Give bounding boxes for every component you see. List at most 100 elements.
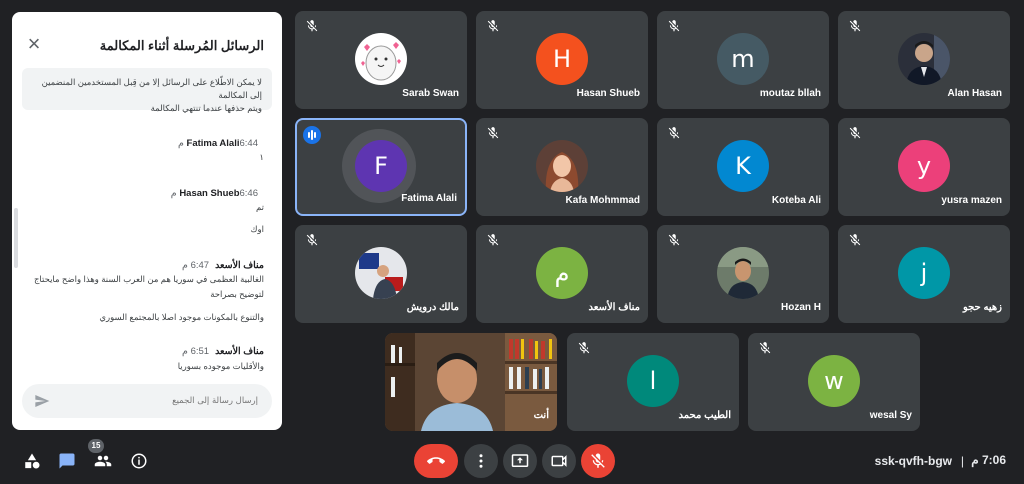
camera-button[interactable]	[542, 444, 576, 478]
more-options-button[interactable]	[464, 444, 498, 478]
chat-title: الرسائل المُرسلة أثناء المكالمة	[99, 38, 264, 53]
microphone-button[interactable]	[581, 444, 615, 478]
participant-name: Koteba Ali	[771, 195, 821, 206]
people-count-badge: 15	[88, 439, 104, 453]
participant-tile[interactable]: Kafa Mohmmad	[476, 118, 648, 216]
mic-off-icon	[578, 342, 590, 354]
person-photo	[355, 247, 407, 299]
message-text: والتنوع بالمكونات موجود اصلا بالمجتمع ال…	[99, 312, 264, 322]
send-icon[interactable]	[34, 393, 50, 409]
chat-scrollbar[interactable]	[14, 208, 18, 268]
chat-notice-line: لا يمكن الاطّلاع على الرسائل إلا من قِبل…	[41, 77, 262, 100]
participant-tile[interactable]: y yusra mazen	[838, 118, 1010, 216]
participant-name: أنت	[533, 410, 549, 421]
mic-off-icon	[306, 20, 318, 32]
chat-panel: الرسائل المُرسلة أثناء المكالمة × لا يمك…	[12, 12, 282, 430]
mic-off-icon	[306, 234, 318, 246]
avatar: F	[355, 140, 407, 192]
message-text: الغالبية العظمى في سوريا هم من العرب الس…	[33, 274, 264, 284]
avatar: w	[808, 355, 860, 407]
mic-off-icon	[668, 20, 680, 32]
info-icon[interactable]	[130, 452, 148, 470]
end-call-button[interactable]	[414, 444, 458, 478]
speaking-indicator-icon	[303, 126, 321, 144]
mic-off-icon	[849, 234, 861, 246]
present-screen-icon	[511, 454, 529, 467]
message-time: 6:47 م	[182, 260, 210, 271]
activities-icon[interactable]	[23, 452, 41, 470]
participant-tile[interactable]: م مناف الأسعد	[476, 225, 648, 323]
mic-off-icon	[759, 342, 771, 354]
chat-notice: لا يمكن الاطّلاع على الرسائل إلا من قِبل…	[22, 68, 272, 113]
participant-name: moutaz bllah	[759, 88, 821, 99]
cartoon-avatar	[355, 33, 407, 85]
close-icon[interactable]: ×	[24, 33, 44, 55]
message-text: والأقليات موجوده بسوريا	[177, 361, 264, 371]
person-photo	[536, 140, 588, 192]
participant-tile[interactable]: H Hasan Shueb	[476, 11, 648, 109]
message-sender: مناف الأسعد	[215, 346, 264, 357]
participant-name: مالك درويش	[406, 302, 459, 313]
mic-off-icon	[487, 20, 499, 32]
mic-off-icon	[487, 127, 499, 139]
participant-name: زهيه حجو	[962, 302, 1002, 313]
avatar: j	[898, 247, 950, 299]
participant-tile[interactable]: Sarab Swan	[295, 11, 467, 109]
participant-tile-speaking[interactable]: F Fatima Alali	[295, 118, 467, 216]
mic-off-icon	[849, 127, 861, 139]
chat-message-header: Fatima Alali6:44 م	[178, 138, 264, 149]
mic-off-icon	[668, 234, 680, 246]
people-icon[interactable]	[94, 452, 112, 470]
message-sender: Hasan Shueb	[179, 188, 240, 199]
mic-off-icon	[487, 234, 499, 246]
avatar: y	[898, 140, 950, 192]
self-video-tile[interactable]: أنت	[385, 333, 557, 431]
message-sender: مناف الأسعد	[215, 260, 264, 271]
participant-name: wesal Sy	[869, 410, 912, 421]
participant-name: Alan Hasan	[947, 88, 1002, 99]
participant-tile[interactable]: Alan Hasan	[838, 11, 1010, 109]
mic-off-icon	[591, 453, 605, 468]
mic-off-icon	[668, 127, 680, 139]
person-photo	[898, 33, 950, 85]
avatar: l	[627, 355, 679, 407]
avatar: H	[536, 33, 588, 85]
participant-tile[interactable]: K Koteba Ali	[657, 118, 829, 216]
participant-name: Hasan Shueb	[576, 88, 640, 99]
chat-message-input[interactable]	[62, 393, 258, 409]
participant-tile[interactable]: مالك درويش	[295, 225, 467, 323]
chat-message-header: مناف الأسعد 6:47 م	[182, 260, 264, 271]
clock: 7:06 م	[971, 453, 1006, 467]
avatar: K	[717, 140, 769, 192]
meeting-code: ssk-qvfh-bgw	[874, 454, 952, 468]
message-time: 6:51 م	[182, 346, 210, 357]
participant-name: الطيب محمد	[678, 410, 732, 421]
message-text: اوك	[250, 224, 264, 234]
self-video	[385, 333, 557, 431]
bottom-toolbar: 15 ssk-qvfh-bgw | 7:06 م	[0, 438, 1024, 484]
chat-notice-line: ويتم حذفها عندما تنتهي المكالمة	[150, 103, 262, 113]
chat-icon[interactable]	[58, 452, 76, 470]
toolbar-separator: |	[960, 454, 964, 468]
avatar: m	[717, 33, 769, 85]
chat-message-header: مناف الأسعد 6:51 م	[182, 346, 264, 357]
participant-name: Sarab Swan	[402, 88, 459, 99]
participant-tile[interactable]: l الطيب محمد	[567, 333, 739, 431]
participant-tile[interactable]: w wesal Sy	[748, 333, 920, 431]
present-button[interactable]	[503, 444, 537, 478]
hang-up-icon	[427, 457, 445, 464]
chat-input-box	[22, 384, 272, 418]
message-text: لتوضيح بصراحة	[210, 289, 264, 299]
participant-tile[interactable]: j زهيه حجو	[838, 225, 1010, 323]
participant-tile[interactable]: m moutaz bllah	[657, 11, 829, 109]
participant-tile[interactable]: Hozan H	[657, 225, 829, 323]
message-text: ١	[259, 152, 264, 162]
videocam-icon	[551, 455, 567, 467]
participant-name: yusra mazen	[941, 195, 1002, 206]
participant-name: Hozan H	[781, 302, 821, 313]
chat-message-header: Hasan Shueb6:46 م	[171, 188, 264, 199]
participant-name: Kafa Mohmmad	[565, 195, 640, 206]
participant-name: مناف الأسعد	[588, 302, 641, 313]
person-photo	[717, 247, 769, 299]
mic-off-icon	[849, 20, 861, 32]
